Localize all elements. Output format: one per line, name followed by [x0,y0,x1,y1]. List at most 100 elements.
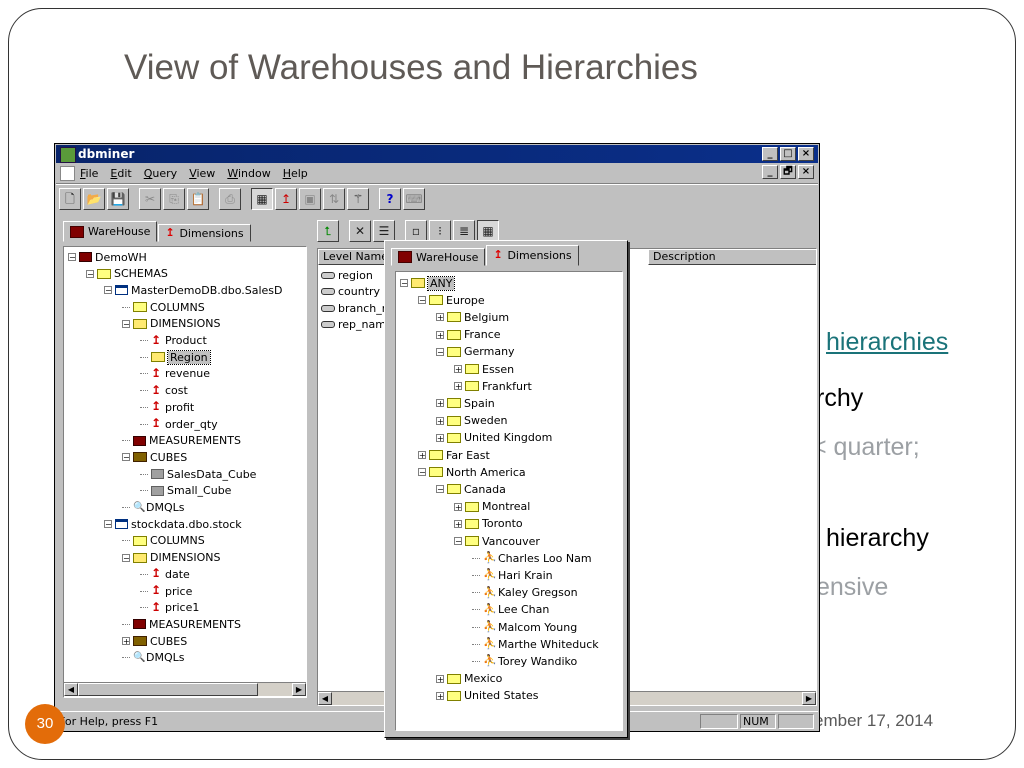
maximize-button[interactable]: □ [780,147,796,161]
bullet-hierarchies-link[interactable]: hierarchies [826,328,948,357]
tree-node[interactable]: price1 [140,600,199,616]
expand-icon[interactable]: + [436,416,444,425]
child-close-button[interactable]: × [798,165,814,179]
table-row[interactable]: country [321,284,380,300]
tree-node[interactable]: SalesData_Cube [140,466,256,482]
large-icons-icon[interactable]: ▫ [405,220,427,242]
tree-node[interactable]: − stockdata.dbo.stock [104,516,242,532]
collapse-icon[interactable]: − [454,537,462,546]
dimension-hierarchy-tree[interactable]: − ANY − Europe + Belgium + France − Germany + Essen… [395,271,623,731]
warehouse-view-icon[interactable]: ▦ [251,188,273,210]
tree-node[interactable]: Region [140,349,211,365]
expand-icon[interactable]: + [454,365,462,374]
tree-node[interactable]: Marthe Whiteduck [472,636,599,652]
menu-file[interactable]: File [80,167,98,180]
collapse-icon[interactable]: − [104,286,112,295]
tree-node[interactable]: Lee Chan [472,602,549,618]
open-icon[interactable]: 📂 [83,188,105,210]
child-minimize-button[interactable]: _ [762,165,778,179]
tree-node[interactable]: − DIMENSIONS [122,550,220,566]
tree-node[interactable]: − ANY [400,275,456,291]
magic-wand-icon[interactable]: ⚚ [347,188,369,210]
grid-scroll-left-icon[interactable]: ◀ [318,692,332,705]
tree-node[interactable]: − Europe [418,292,485,308]
tree-node[interactable]: MEASUREMENTS [122,616,241,632]
menu-query[interactable]: Query [144,167,177,180]
minimize-button[interactable]: _ [762,147,778,161]
column-header-description[interactable]: Description [648,249,816,265]
expand-icon[interactable]: + [436,313,444,322]
properties-icon[interactable]: ☰ [373,220,395,242]
list-icon[interactable]: ≣ [453,220,475,242]
collapse-icon[interactable]: − [122,453,130,462]
window-titlebar[interactable]: dbminer _ □ × [56,145,818,163]
copy-icon[interactable]: ⎘ [163,188,185,210]
collapse-icon[interactable]: − [400,279,408,288]
grid-scroll-right-icon[interactable]: ▶ [802,692,816,705]
collapse-icon[interactable]: − [418,296,426,305]
tree-node[interactable]: Torey Wandiko [472,653,577,669]
tree-node[interactable]: − North America [418,464,526,480]
cut-icon[interactable]: ✂ [139,188,161,210]
expand-icon[interactable]: + [454,519,462,528]
tree-node[interactable]: + Belgium [436,309,509,325]
child-restore-button[interactable]: 🗗 [780,165,796,179]
tree-node[interactable]: − MasterDemoDB.dbo.SalesD [104,282,283,298]
details-icon[interactable]: ▦ [477,220,499,242]
small-icons-icon[interactable]: ⁝ [429,220,451,242]
tree-node[interactable]: revenue [140,366,210,382]
tree-node[interactable]: 🔍 DMQLs [122,650,184,666]
expand-icon[interactable]: + [454,382,462,391]
collapse-icon[interactable]: − [436,347,444,356]
menu-help[interactable]: Help [283,167,308,180]
table-row[interactable]: rep_nam [321,317,386,333]
collapse-icon[interactable]: − [122,319,130,328]
tree-node[interactable]: order_qty [140,416,218,432]
expand-icon[interactable]: + [436,674,444,683]
tab-dimensions[interactable]: ↥ Dimensions [158,224,251,242]
tree-node[interactable]: Hari Krain [472,567,553,583]
tree-node[interactable]: + Far East [418,447,490,463]
column-header-level-name[interactable]: Level Name [318,249,390,265]
menu-edit[interactable]: Edit [110,167,131,180]
table-row[interactable]: region [321,267,373,283]
sort-icon[interactable]: ⇅ [323,188,345,210]
tree-node[interactable]: + Sweden [436,413,507,429]
scroll-right-icon[interactable]: ▶ [292,683,306,696]
print-icon[interactable]: ⎙ [219,188,241,210]
document-icon[interactable] [60,166,75,181]
warehouse-tree[interactable]: − DemoWH − SCHEMAS − MasterDemoDB.dbo.SalesD C… [63,246,307,698]
tree-node[interactable]: − Canada [436,481,506,497]
expand-icon[interactable]: + [436,330,444,339]
collapse-icon[interactable]: − [68,253,76,262]
collapse-icon[interactable]: − [86,269,94,278]
tree-node[interactable]: MEASUREMENTS [122,433,241,449]
collapse-icon[interactable]: − [436,485,444,494]
tree-node[interactable]: + United States [436,688,539,704]
tree-node[interactable]: + Spain [436,395,495,411]
popup-tab-warehouse[interactable]: WareHouse [391,248,486,266]
collapse-icon[interactable]: − [418,468,426,477]
tree-node[interactable]: 🔍 DMQLs [122,500,184,516]
tree-node[interactable]: Product [140,333,207,349]
tree-node[interactable]: + France [436,327,501,343]
tree-node[interactable]: profit [140,399,194,415]
collapse-icon[interactable]: − [104,520,112,529]
tree-node[interactable]: + Mexico [436,671,502,687]
keyboard-icon[interactable]: ⌨ [403,188,425,210]
expand-icon[interactable]: + [418,451,426,460]
expand-icon[interactable]: + [454,502,462,511]
tree-node[interactable]: Malcom Young [472,619,577,635]
up-folder-icon[interactable]: ⮤ [317,220,339,242]
tree-node[interactable]: + Essen [454,361,514,377]
tree-node[interactable]: cost [140,383,188,399]
tree-node[interactable]: date [140,566,190,582]
table-row[interactable]: branch_r [321,300,386,316]
save-icon[interactable]: 💾 [107,188,129,210]
tree-node[interactable]: + Toronto [454,516,523,532]
expand-icon[interactable]: + [436,433,444,442]
collapse-icon[interactable]: − [122,553,130,562]
tree-node[interactable]: Kaley Gregson [472,585,578,601]
left-hscrollbar[interactable]: ◀ ▶ [64,682,306,696]
expand-icon[interactable]: + [436,691,444,700]
